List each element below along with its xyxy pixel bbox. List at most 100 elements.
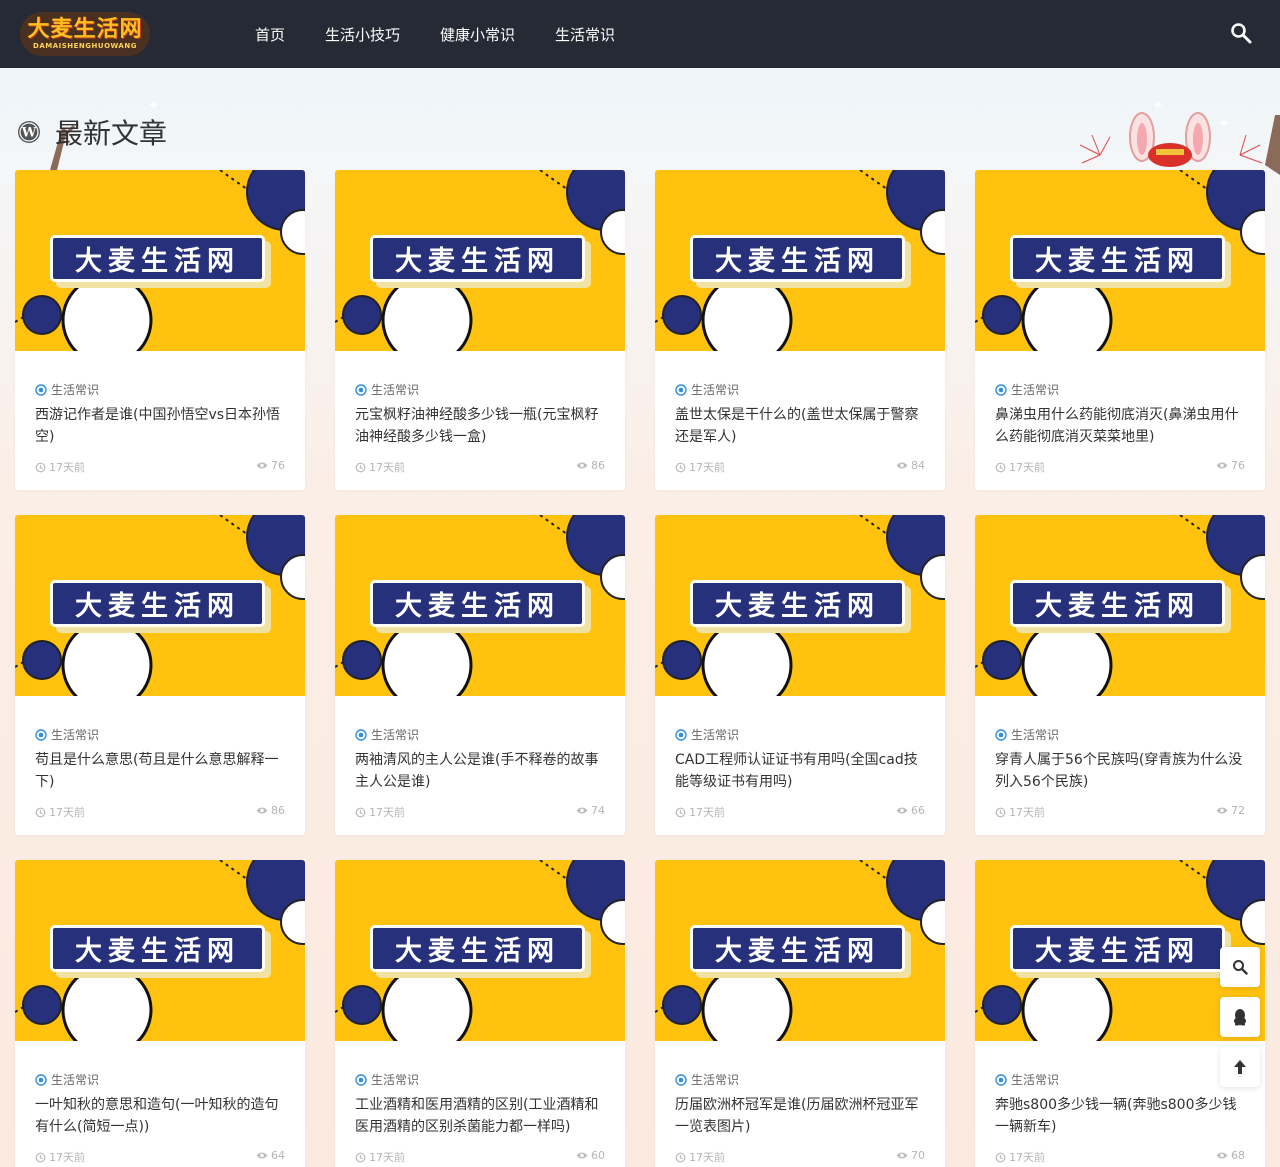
article-title[interactable]: 苟且是什么意思(苟且是什么意思解释一下) [35, 749, 287, 795]
article-title[interactable]: 穿青人属于56个民族吗(穿青族为什么没列入56个民族) [995, 749, 1247, 795]
article-category[interactable]: 生活常识 [355, 381, 419, 398]
article-views: 72 [1216, 804, 1245, 817]
logo-text: 大麦生活网 [27, 16, 143, 42]
article-category[interactable]: 生活常识 [35, 1071, 99, 1088]
section-header: W 最新文章 [17, 114, 167, 150]
article-card[interactable]: 大麦生活网生活常识工业酒精和医用酒精的区别(工业酒精和医用酒精的区别杀菌能力都一… [335, 860, 625, 1167]
article-category[interactable]: 生活常识 [995, 381, 1059, 398]
category-icon [995, 728, 1007, 741]
article-thumbnail[interactable]: 大麦生活网 [15, 515, 305, 696]
article-title[interactable]: 工业酒精和医用酒精的区别(工业酒精和医用酒精的区别杀菌能力都一样吗) [355, 1094, 607, 1140]
category-icon [675, 728, 687, 741]
article-meta: 17天前 70 [675, 1149, 925, 1165]
article-time: 17天前 [35, 804, 85, 820]
article-title[interactable]: CAD工程师认证证书有用吗(全国cad技能等级证书有用吗) [675, 749, 927, 795]
article-thumbnail[interactable]: 大麦生活网 [975, 170, 1265, 351]
article-title[interactable]: 鼻涕虫用什么药能彻底消灭(鼻涕虫用什么药能彻底消灭菜菜地里) [995, 404, 1247, 450]
views-count: 66 [911, 804, 925, 817]
wordpress-icon: W [18, 121, 40, 143]
article-meta: 17天前 86 [35, 804, 285, 820]
category-label: 生活常识 [1011, 728, 1060, 742]
article-card[interactable]: 大麦生活网 生活常识 穿青人属于56个民族吗(穿青族为什么没列入56个民族) 17天前… [975, 515, 1265, 835]
article-meta: 17天前 84 [675, 459, 925, 475]
site-logo[interactable]: 大麦生活网 DAMAISHENGHUOWANG [20, 12, 150, 56]
nav-item-home[interactable]: 首页 [255, 24, 285, 45]
article-category[interactable]: 生活常识 [675, 1071, 739, 1088]
eye-icon [576, 807, 588, 814]
article-thumbnail[interactable]: 大麦生活网 [335, 170, 625, 351]
article-thumbnail[interactable]: 大麦生活网 [655, 170, 945, 351]
article-views: 64 [256, 1149, 285, 1162]
article-thumbnail[interactable]: 大麦生活网 [15, 860, 305, 1041]
nav-item-health-tips[interactable]: 健康小常识 [440, 24, 515, 45]
article-time: 17天前 [995, 459, 1045, 475]
article-thumbnail[interactable]: 大麦生活网 [335, 515, 625, 696]
nav-item-life-knowledge[interactable]: 生活常识 [555, 24, 615, 45]
time-text: 17天前 [689, 461, 725, 474]
arrow-up-icon [1234, 1060, 1246, 1074]
eye-icon [256, 807, 268, 814]
article-category[interactable]: 生活常识 [355, 1071, 419, 1088]
article-time: 17天前 [35, 1149, 85, 1165]
article-card[interactable]: 大麦生活网生活常识盖世太保是干什么的(盖世太保属于警察还是军人) 17天前 84 [655, 170, 945, 490]
article-title[interactable]: 历届欧洲杯冠军是谁(历届欧洲杯冠亚军一览表图片) [675, 1094, 927, 1140]
main-nav: 首页 生活小技巧 健康小常识 生活常识 [255, 0, 655, 68]
time-text: 17天前 [689, 806, 725, 819]
article-card[interactable]: 大麦生活网生活常识苟且是什么意思(苟且是什么意思解释一下) 17天前 86 [15, 515, 305, 835]
article-views: 76 [1216, 459, 1245, 472]
article-title[interactable]: 奔驰s800多少钱一辆(奔驰s800多少钱一辆新车) [995, 1094, 1247, 1140]
search-icon [1233, 960, 1248, 975]
article-views: 68 [1216, 1149, 1245, 1162]
article-time: 17天前 [675, 804, 725, 820]
article-thumbnail[interactable]: 大麦生活网 [335, 860, 625, 1041]
nav-item-life-tips[interactable]: 生活小技巧 [325, 24, 400, 45]
eye-icon [896, 462, 908, 469]
article-category[interactable]: 生活常识 [995, 726, 1059, 743]
article-category[interactable]: 生活常识 [995, 1071, 1059, 1088]
article-title[interactable]: 一叶知秋的意思和造句(一叶知秋的造句有什么(简短一点)) [35, 1094, 287, 1140]
clock-icon [355, 807, 366, 817]
article-title[interactable]: 元宝枫籽油神经酸多少钱一瓶(元宝枫籽油神经酸多少钱一盒) [355, 404, 607, 450]
time-text: 17天前 [369, 461, 405, 474]
floating-search-button[interactable] [1220, 947, 1260, 987]
article-thumbnail[interactable]: 大麦生活网 [655, 860, 945, 1041]
article-title[interactable]: 两袖清风的主人公是谁(手不释卷的故事主人公是谁) [355, 749, 607, 795]
article-thumbnail[interactable]: 大麦生活网 [655, 515, 945, 696]
floating-qq-button[interactable] [1220, 997, 1260, 1037]
clock-icon [355, 1152, 366, 1162]
views-count: 76 [1231, 459, 1245, 472]
article-thumbnail[interactable]: 大麦生活网 [975, 515, 1265, 696]
category-icon [675, 383, 687, 396]
views-count: 84 [911, 459, 925, 472]
article-card[interactable]: 大麦生活网生活常识鼻涕虫用什么药能彻底消灭(鼻涕虫用什么药能彻底消灭菜菜地里) 1… [975, 170, 1265, 490]
category-label: 生活常识 [1011, 1073, 1060, 1087]
article-thumbnail[interactable]: 大麦生活网 [15, 170, 305, 351]
eye-icon [256, 462, 268, 469]
search-icon[interactable] [1230, 22, 1252, 44]
article-time: 17天前 [675, 1149, 725, 1165]
article-time: 17天前 [35, 459, 85, 475]
category-icon [995, 1073, 1007, 1086]
article-card[interactable]: 大麦生活网生活常识一叶知秋的意思和造句(一叶知秋的造句有什么(简短一点)) 17天… [15, 860, 305, 1167]
article-card[interactable]: 大麦生活网生活常识 CAD工程师认证证书有用吗(全国cad技能等级证书有用吗) 17… [655, 515, 945, 835]
time-text: 17天前 [49, 461, 85, 474]
article-title[interactable]: 西游记作者是谁(中国孙悟空vs日本孙悟空) [35, 404, 287, 450]
article-category[interactable]: 生活常识 [35, 381, 99, 398]
article-category[interactable]: 生活常识 [675, 726, 739, 743]
back-to-top-button[interactable] [1220, 1047, 1260, 1087]
article-card[interactable]: 大麦生活网生活常识历届欧洲杯冠军是谁(历届欧洲杯冠亚军一览表图片) 17天前 70 [655, 860, 945, 1167]
article-title[interactable]: 盖世太保是干什么的(盖世太保属于警察还是军人) [675, 404, 927, 450]
article-category[interactable]: 生活常识 [675, 381, 739, 398]
category-icon [35, 728, 47, 741]
article-card[interactable]: 大麦生活网 生活常识 西游记作者是谁(中国孙悟空vs日本孙悟空) 17天前 76 [15, 170, 305, 490]
svg-text:W: W [21, 126, 37, 141]
article-views: 84 [896, 459, 925, 472]
article-card[interactable]: 大麦生活网生活常识元宝枫籽油神经酸多少钱一瓶(元宝枫籽油神经酸多少钱一盒) 17天… [335, 170, 625, 490]
time-text: 17天前 [369, 806, 405, 819]
article-card[interactable]: 大麦生活网 生活常识 两袖清风的主人公是谁(手不释卷的故事主人公是谁) 17天前 74 [335, 515, 625, 835]
article-category[interactable]: 生活常识 [35, 726, 99, 743]
views-count: 72 [1231, 804, 1245, 817]
article-time: 17天前 [355, 804, 405, 820]
clock-icon [35, 807, 46, 817]
article-category[interactable]: 生活常识 [355, 726, 419, 743]
